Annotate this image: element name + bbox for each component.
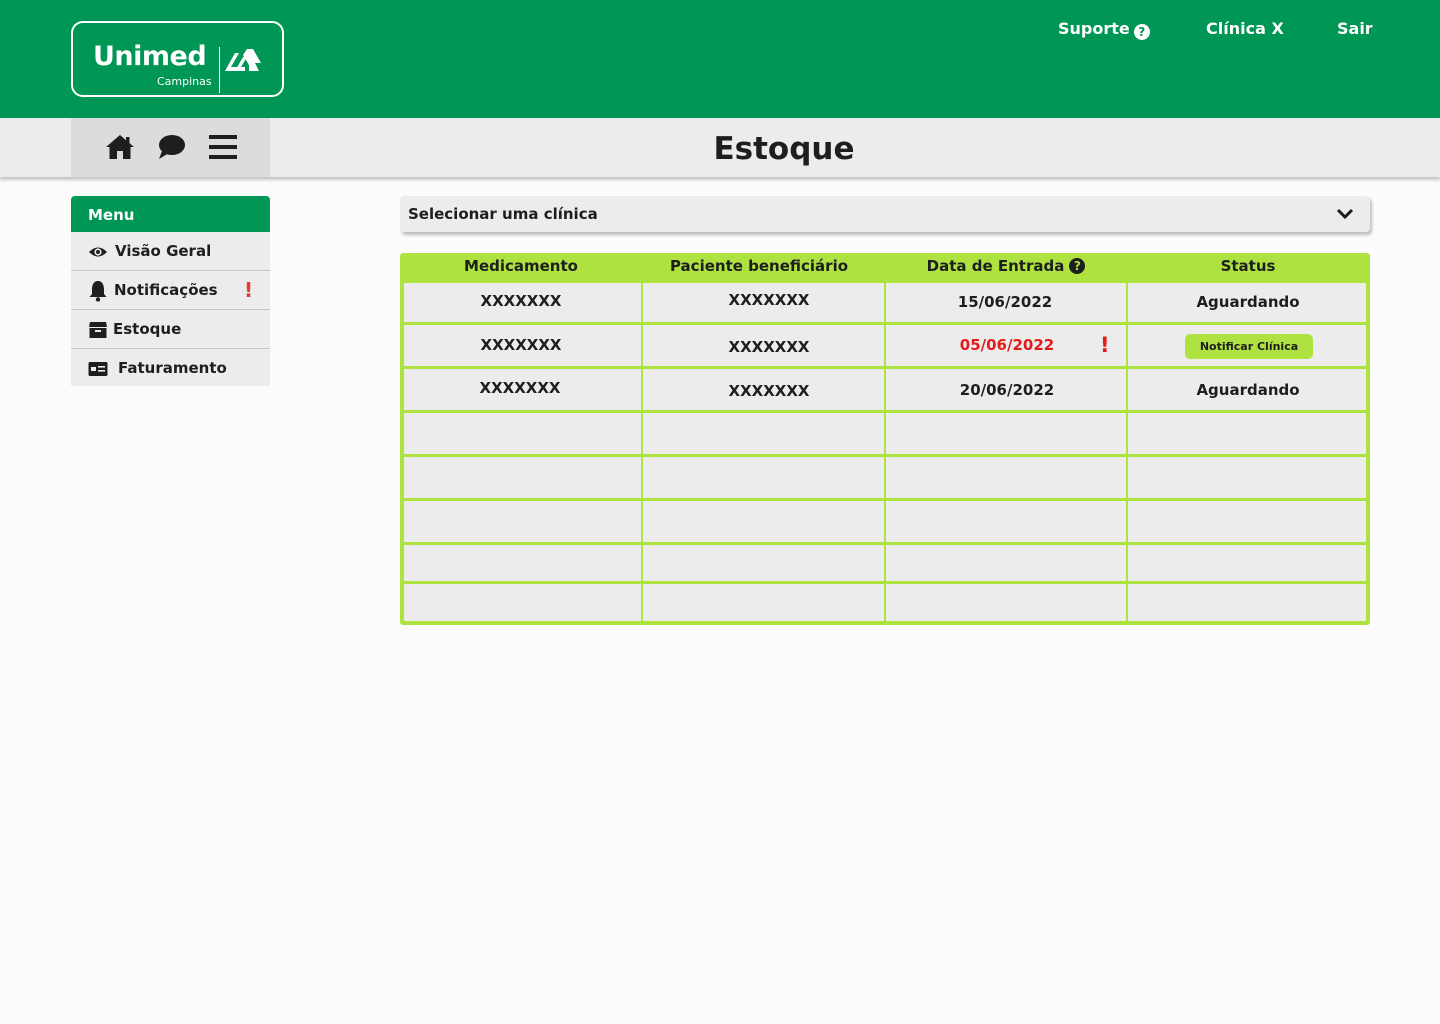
table-cell (886, 501, 1126, 542)
clinic-name-link[interactable]: Clínica X (1206, 19, 1284, 38)
cell-status: Aguardando (1196, 381, 1300, 399)
sidebar-item-label: Faturamento (118, 359, 227, 377)
table-cell (404, 501, 641, 542)
notify-clinic-button[interactable]: Notificar Clínica (1185, 334, 1313, 359)
table-cell (404, 584, 641, 621)
cell-medicamento: XXXXXXX (480, 336, 562, 354)
cell-medicamento: XXXXXXX (480, 292, 562, 310)
sidebar-item-notificacoes[interactable]: Notificações ! (71, 271, 270, 310)
support-label: Suporte (1058, 19, 1130, 38)
column-header-medicamento: Medicamento (464, 257, 578, 275)
column-header-paciente: Paciente beneficiário (669, 257, 849, 275)
logo-divider (219, 47, 220, 93)
unimed-logo[interactable]: Unimed Campinas (71, 21, 284, 97)
top-header: Unimed Campinas Suporte? Clínica X Sair (0, 0, 1440, 118)
cell-medicamento: XXXXXXX (479, 379, 561, 397)
box-icon (89, 322, 107, 338)
table-cell (1128, 501, 1366, 542)
table-cell (1128, 413, 1366, 454)
bill-icon (88, 362, 108, 376)
logout-link[interactable]: Sair (1337, 19, 1373, 38)
chat-icon[interactable] (157, 133, 187, 161)
bell-icon (89, 281, 107, 302)
sidebar-item-label: Notificações (114, 281, 218, 299)
help-icon: ? (1133, 24, 1150, 40)
table-cell (1128, 457, 1366, 498)
table-cell (1128, 545, 1366, 581)
logo-wordmark: Unimed (93, 41, 207, 72)
sidebar-menu: Menu Visão Geral Notificações ! Estoque (71, 196, 270, 386)
table-cell (886, 545, 1126, 581)
support-link[interactable]: Suporte? (1058, 19, 1150, 40)
sidebar-item-faturamento[interactable]: Faturamento (71, 349, 270, 386)
overdue-alert-icon: ! (1100, 333, 1110, 357)
cell-status: Aguardando (1196, 293, 1300, 311)
sidebar-item-estoque[interactable]: Estoque (71, 310, 270, 349)
table-cell (404, 545, 641, 581)
column-header-status: Status (1220, 257, 1276, 275)
page-title: Estoque (713, 131, 855, 167)
table-cell (1128, 584, 1366, 621)
unimed-tree-icon (225, 49, 261, 71)
eye-icon (89, 247, 107, 257)
sidebar-item-visao-geral[interactable]: Visão Geral (71, 232, 270, 271)
table-cell (886, 413, 1126, 454)
cell-paciente: XXXXXXX (728, 291, 810, 309)
cell-data-entrada-overdue: 05/06/2022 (959, 336, 1055, 354)
sidebar-title: Menu (71, 196, 270, 232)
table-cell (886, 457, 1126, 498)
notification-alert-icon: ! (244, 278, 254, 302)
cell-paciente: XXXXXXX (728, 338, 810, 356)
cell-data-entrada: 20/06/2022 (959, 381, 1055, 399)
logo-subtitle: Campinas (157, 75, 212, 88)
clinic-select-value: Selecionar uma clínica (408, 205, 598, 223)
cell-data-entrada: 15/06/2022 (957, 293, 1053, 311)
hamburger-menu-icon[interactable] (208, 133, 238, 161)
quick-nav (71, 118, 270, 177)
cell-paciente: XXXXXXX (728, 382, 810, 400)
table-cell (643, 457, 884, 498)
help-icon[interactable]: ? (1069, 258, 1086, 274)
home-icon[interactable] (105, 133, 135, 161)
chevron-down-icon (1336, 208, 1354, 220)
table-cell (643, 584, 884, 621)
table-cell (643, 545, 884, 581)
column-header-data-entrada: Data de Entrada? (886, 257, 1126, 275)
sidebar-item-label: Visão Geral (115, 242, 212, 260)
column-header-label: Data de Entrada (926, 257, 1065, 275)
sidebar-item-label: Estoque (113, 320, 182, 338)
table-cell (886, 584, 1126, 621)
table-cell (404, 413, 641, 454)
table-cell (404, 457, 641, 498)
clinic-select[interactable]: Selecionar uma clínica (400, 196, 1370, 232)
table-cell (643, 413, 884, 454)
table-cell (643, 501, 884, 542)
